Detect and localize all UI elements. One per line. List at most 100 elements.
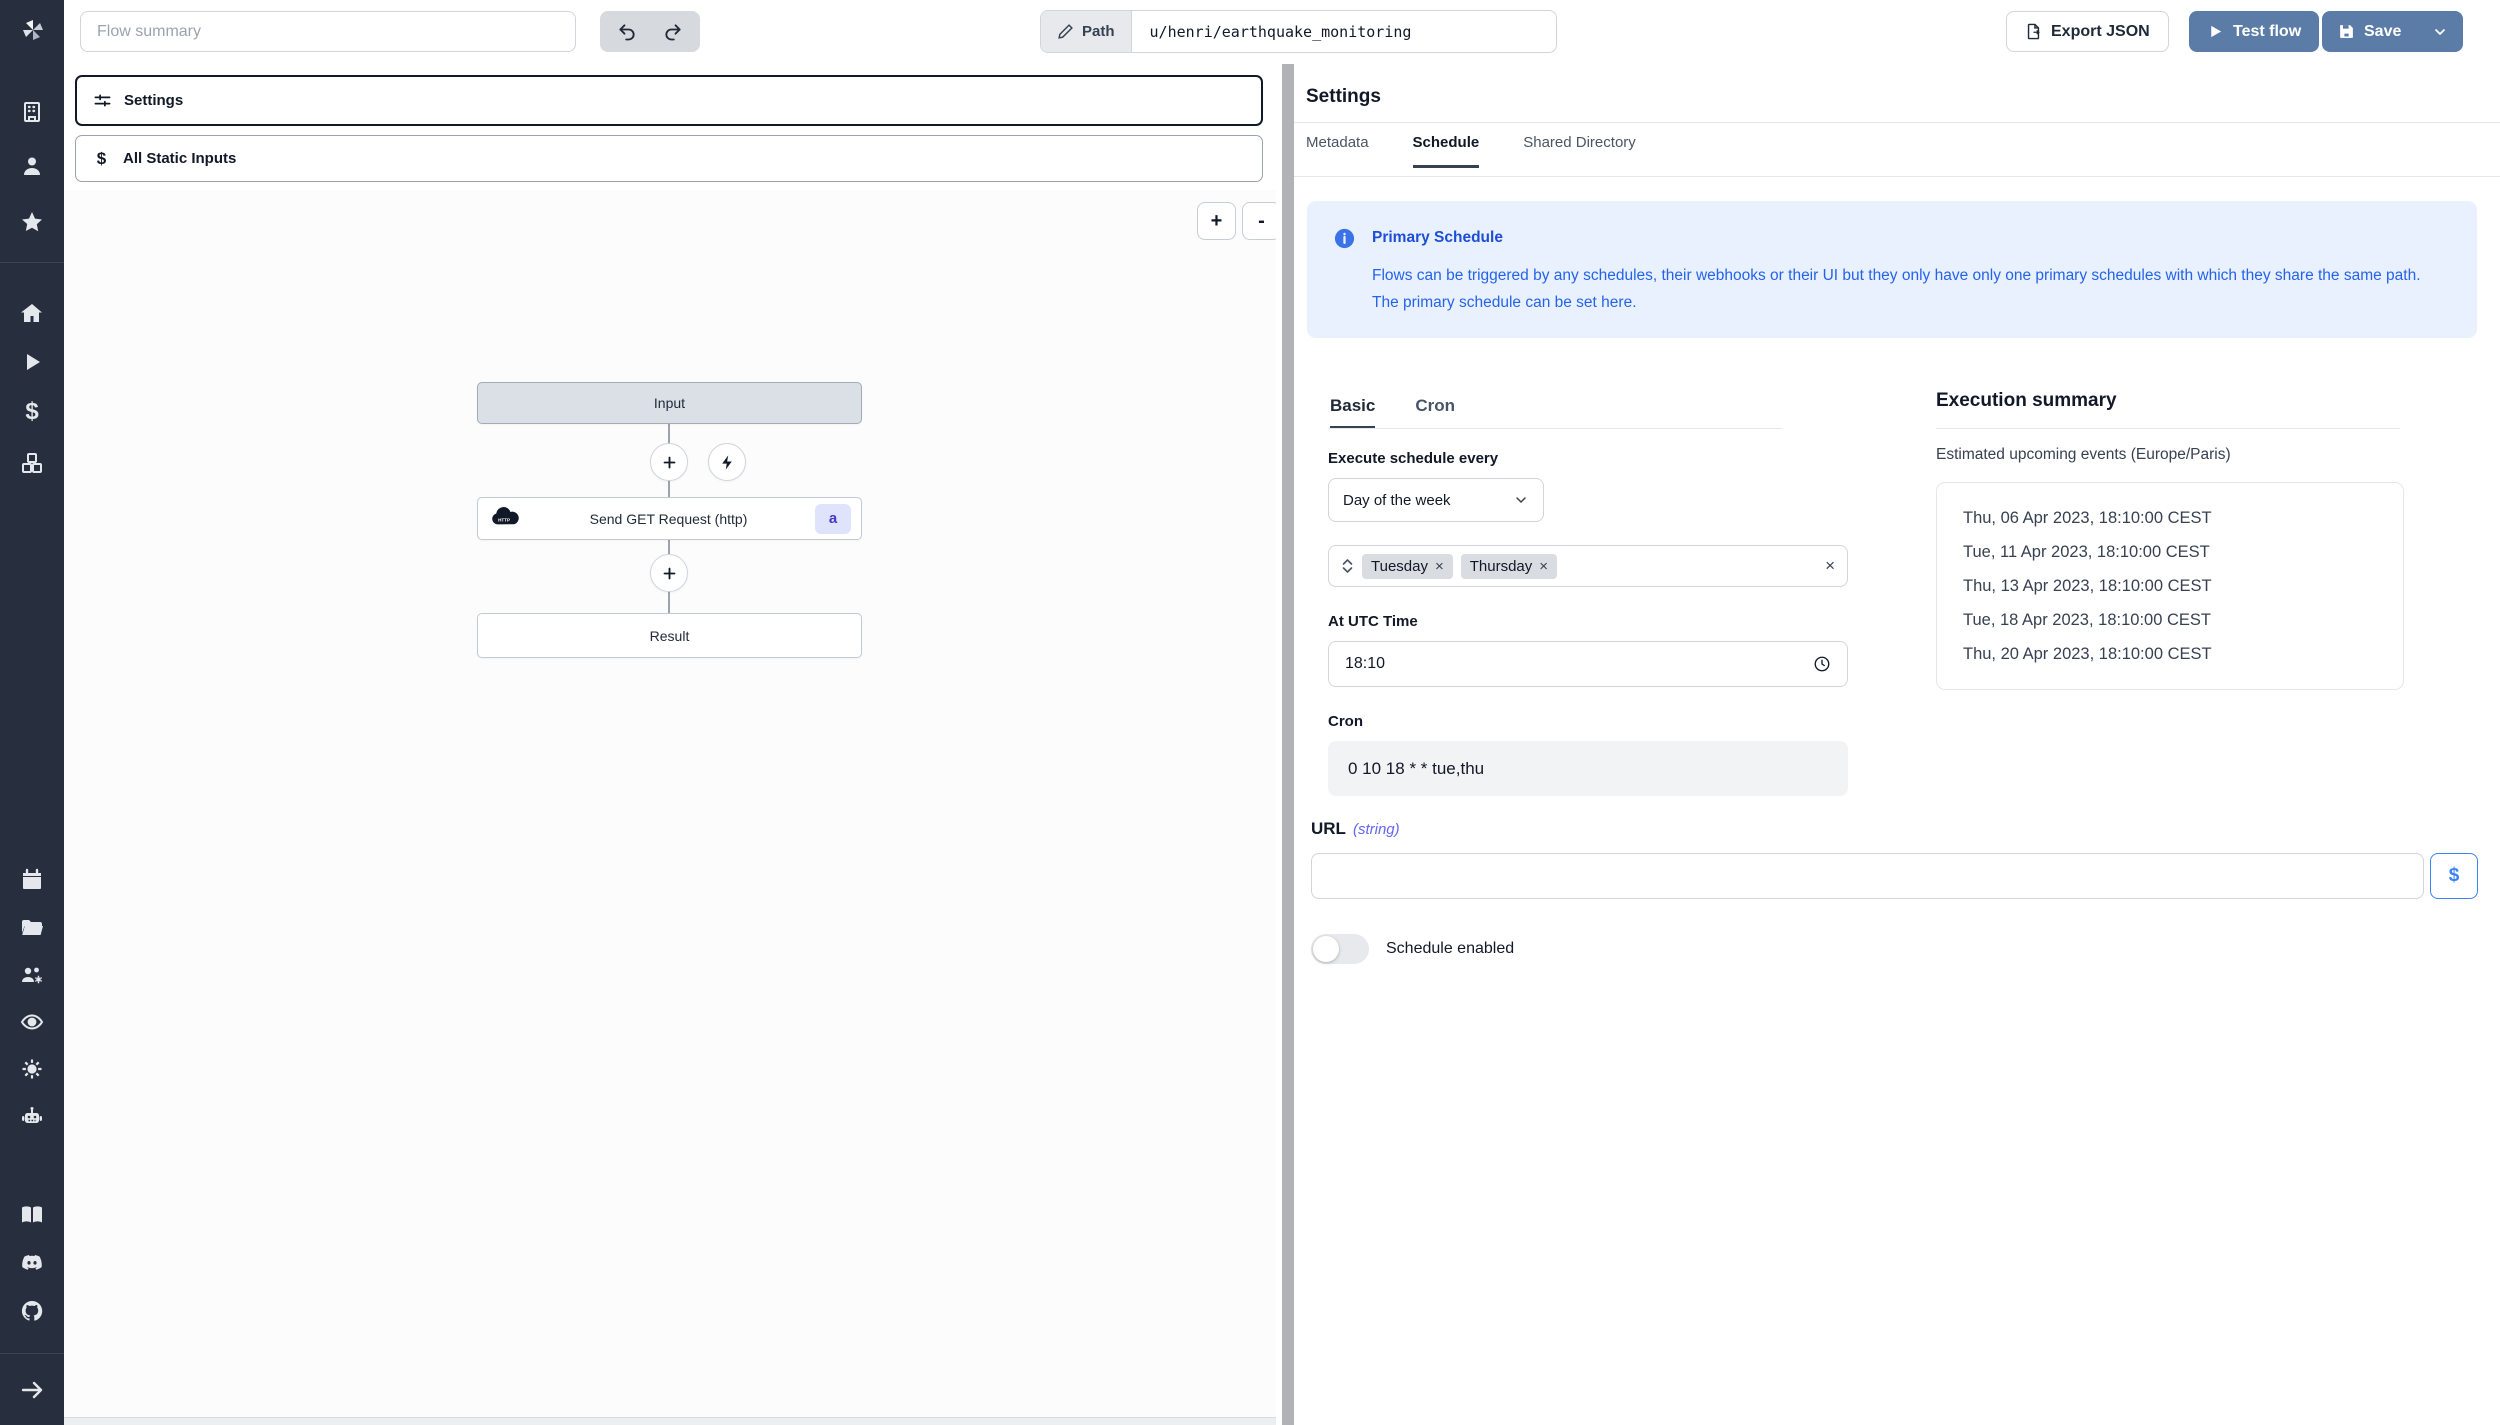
audit-eye-icon[interactable] bbox=[18, 1008, 46, 1036]
url-dollar-button[interactable]: $ bbox=[2430, 853, 2478, 899]
save-dropdown-button[interactable] bbox=[2417, 11, 2464, 52]
bolt-icon bbox=[721, 454, 732, 470]
flow-summary-input[interactable]: Flow summary bbox=[80, 11, 576, 52]
divider bbox=[1294, 176, 2500, 177]
event-item: Tue, 18 Apr 2023, 18:10:00 CEST bbox=[1963, 611, 2211, 629]
flow-node-http[interactable]: HTTP Send GET Request (http) a bbox=[477, 497, 862, 540]
sliders-icon bbox=[94, 94, 111, 107]
discord-icon[interactable] bbox=[18, 1249, 46, 1277]
expand-arrow-right-icon[interactable] bbox=[18, 1376, 46, 1404]
url-input[interactable] bbox=[1311, 853, 2424, 899]
chevron-down-icon bbox=[2435, 28, 2446, 35]
canvas-bottom-strip bbox=[64, 1418, 1276, 1425]
remove-tag-icon[interactable]: × bbox=[1435, 558, 1444, 575]
export-json-button[interactable]: Export JSON bbox=[2006, 11, 2169, 52]
info-icon bbox=[1333, 227, 1356, 250]
all-static-inputs-button[interactable]: $ All Static Inputs bbox=[75, 135, 1263, 182]
updown-icon bbox=[1341, 558, 1354, 574]
schedule-enabled-toggle[interactable] bbox=[1311, 934, 1369, 964]
frequency-select[interactable]: Day of the week bbox=[1328, 478, 1544, 522]
clear-all-icon[interactable]: × bbox=[1825, 556, 1835, 576]
docs-book-icon[interactable] bbox=[18, 1201, 46, 1229]
play-icon bbox=[2211, 25, 2222, 38]
sidebar-divider bbox=[0, 262, 64, 263]
remove-tag-icon[interactable]: × bbox=[1539, 558, 1548, 575]
flow-node-input[interactable]: Input bbox=[477, 382, 862, 424]
days-multiselect[interactable]: Tuesday × Thursday × × bbox=[1328, 545, 1848, 587]
home-icon[interactable] bbox=[18, 299, 46, 327]
groups-users-gear-icon[interactable] bbox=[18, 961, 46, 989]
folders-icon[interactable] bbox=[18, 914, 46, 942]
file-export-icon bbox=[2027, 23, 2040, 40]
url-type-hint: (string) bbox=[1352, 821, 1400, 838]
utc-time-input[interactable]: 18:10 bbox=[1328, 641, 1848, 687]
save-button[interactable]: Save bbox=[2322, 11, 2418, 52]
http-cloud-icon: HTTP bbox=[488, 506, 522, 531]
path-label: Path bbox=[1041, 11, 1132, 52]
path-value[interactable]: u/henri/earthquake_monitoring bbox=[1132, 11, 1430, 52]
schedule-mode-tabs: Basic Cron bbox=[1330, 396, 1455, 429]
zoom-in-button[interactable]: + bbox=[1197, 202, 1236, 240]
insert-step-button-2[interactable] bbox=[650, 554, 688, 592]
settings-tabs: Metadata Schedule Shared Directory bbox=[1306, 134, 1636, 168]
undo-button[interactable] bbox=[606, 15, 648, 48]
flow-canvas[interactable]: + - Input HTTP Send GET Request (http) a bbox=[64, 190, 1281, 1418]
schedules-calendar-icon[interactable] bbox=[18, 866, 46, 894]
step-id-badge: a bbox=[815, 503, 851, 534]
event-item: Thu, 20 Apr 2023, 18:10:00 CEST bbox=[1963, 645, 2212, 663]
dollar-icon: $ bbox=[96, 148, 107, 168]
info-body: Flows can be triggered by any schedules,… bbox=[1372, 267, 2421, 312]
tab-cron[interactable]: Cron bbox=[1415, 396, 1455, 429]
clock-icon bbox=[1814, 656, 1830, 672]
execution-summary-title: Execution summary bbox=[1936, 390, 2117, 411]
insert-step-button[interactable] bbox=[650, 443, 688, 481]
tab-shared-directory[interactable]: Shared Directory bbox=[1523, 134, 1636, 168]
sidebar: $ bbox=[0, 0, 64, 1425]
svg-text:HTTP: HTTP bbox=[498, 518, 510, 523]
divider bbox=[1294, 122, 2500, 123]
flow-settings-button[interactable]: Settings bbox=[75, 75, 1263, 126]
favorites-star-icon[interactable] bbox=[18, 208, 46, 236]
github-icon[interactable] bbox=[18, 1297, 46, 1325]
save-icon bbox=[2340, 25, 2353, 38]
tab-basic[interactable]: Basic bbox=[1330, 396, 1376, 429]
divider bbox=[1936, 428, 2400, 429]
workers-robot-icon[interactable] bbox=[18, 1103, 46, 1131]
day-tag-tuesday: Tuesday × bbox=[1362, 553, 1453, 579]
event-item: Thu, 06 Apr 2023, 18:10:00 CEST bbox=[1963, 509, 2212, 527]
plus-icon bbox=[663, 567, 675, 579]
settings-gear-icon[interactable] bbox=[18, 1055, 46, 1083]
trigger-bolt-button[interactable] bbox=[708, 443, 746, 481]
scrollbar[interactable] bbox=[1282, 64, 1294, 1425]
plus-icon bbox=[663, 456, 675, 468]
windmill-logo-icon[interactable] bbox=[18, 10, 48, 50]
runs-play-icon[interactable] bbox=[18, 348, 46, 376]
upcoming-events-list[interactable]: Thu, 06 Apr 2023, 18:10:00 CEST Tue, 11 … bbox=[1936, 482, 2404, 690]
url-label-row: URL (string) bbox=[1311, 819, 1400, 838]
execute-schedule-label: Execute schedule every bbox=[1328, 450, 1499, 467]
utc-time-label: At UTC Time bbox=[1328, 613, 1418, 630]
undo-redo-group bbox=[600, 11, 700, 52]
path-field[interactable]: Path u/henri/earthquake_monitoring bbox=[1040, 10, 1557, 53]
topbar: Flow summary Path u/henri/earthquake_mon… bbox=[64, 0, 2500, 64]
event-item: Thu, 13 Apr 2023, 18:10:00 CEST bbox=[1963, 577, 2212, 595]
sidebar-divider-bottom bbox=[0, 1353, 64, 1354]
tab-schedule[interactable]: Schedule bbox=[1412, 134, 1480, 168]
flow-node-result[interactable]: Result bbox=[477, 613, 862, 658]
tab-metadata[interactable]: Metadata bbox=[1306, 134, 1369, 168]
variables-dollar-icon[interactable]: $ bbox=[18, 398, 46, 426]
execution-summary-subtitle: Estimated upcoming events (Europe/Paris) bbox=[1936, 446, 2231, 463]
settings-panel: Settings Metadata Schedule Shared Direct… bbox=[1294, 64, 2500, 1425]
resources-cubes-icon[interactable] bbox=[18, 449, 46, 477]
cron-readonly-field: 0 10 18 * * tue,thu bbox=[1328, 741, 1848, 796]
cron-label: Cron bbox=[1328, 713, 1363, 730]
test-flow-button[interactable]: Test flow bbox=[2189, 11, 2320, 52]
workspace-building-icon[interactable] bbox=[18, 98, 46, 126]
divider bbox=[1328, 428, 1782, 429]
redo-button[interactable] bbox=[652, 15, 694, 48]
app-root: $ Flow summary Path u/henri/earthquake_m… bbox=[0, 0, 2500, 1425]
save-split-button: Save bbox=[2322, 11, 2464, 52]
settings-title: Settings bbox=[1306, 86, 1381, 107]
user-icon[interactable] bbox=[18, 152, 46, 180]
panel-divider[interactable] bbox=[1276, 64, 1294, 1425]
